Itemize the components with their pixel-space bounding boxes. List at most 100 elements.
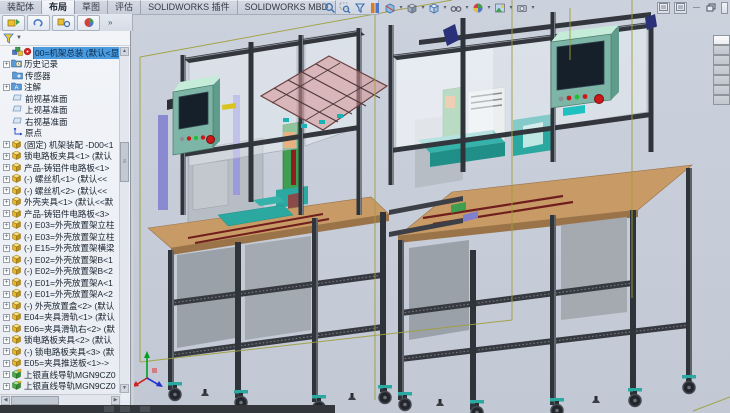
expand-toggle[interactable]: + [3,153,10,160]
expand-toggle[interactable]: + [3,325,10,332]
view-orientation-icon[interactable] [427,2,441,14]
display-style-dropdown-caret[interactable]: ▾ [420,4,426,11]
expand-toggle[interactable]: + [3,383,10,390]
expand-toggle[interactable]: + [3,210,10,217]
expand-toggle[interactable]: + [3,337,10,344]
view-settings-dropdown-caret[interactable]: ▾ [530,4,536,11]
zoom-area-icon[interactable] [338,2,352,14]
panel-splitter[interactable] [131,31,134,405]
tree-item-26[interactable]: +锁电路板夹具<2> (默认 [0,335,121,347]
section-view-dropdown-caret[interactable]: ▾ [398,4,404,11]
tab-6[interactable]: SOLIDWORKS MBD [238,0,337,14]
tab-3[interactable]: 草图 [75,0,108,14]
taskpane-tab-forum[interactable] [713,95,730,105]
expand-toggle[interactable]: + [3,164,10,171]
filter-icon[interactable] [353,2,367,14]
tree-item-16[interactable]: +(-) E03=外壳放置架立柱 [0,220,121,232]
scroll-down-arrow[interactable]: ▼ [120,384,129,393]
restore-button[interactable] [706,3,717,13]
tree-item-23[interactable]: +(-) 外壳放置盒<2> (默认 [0,300,121,312]
apply-scene-dropdown-caret[interactable]: ▾ [508,4,514,11]
scroll-right-arrow[interactable]: ▶ [111,396,120,405]
expand-toggle[interactable]: + [3,360,10,367]
tree-vertical-scrollbar[interactable]: ▲ ▼ [119,47,129,393]
tree-item-18[interactable]: +(-) E15=外壳放置架横梁 [0,243,121,255]
taskpane-tab-view-palette[interactable] [713,65,730,75]
tree-item-27[interactable]: +(-) 锁电路板夹具<3> (默 [0,346,121,358]
edit-appearance-button[interactable] [77,15,100,31]
zoom-fit-icon[interactable] [323,2,337,14]
tree-item-29[interactable]: +上银直线导轨MGN9CZ0 [0,369,121,381]
tree-item-7[interactable]: 右视基准面 [0,116,121,128]
close-partial-button[interactable] [721,2,728,14]
expand-toggle[interactable]: + [3,176,10,183]
tree-item-6[interactable]: 上视基准面 [0,105,121,117]
tree-item-30[interactable]: +上银直线导轨MGN9CZ0 [0,381,121,393]
expand-toggle[interactable]: + [3,348,10,355]
expand-toggle[interactable]: + [3,314,10,321]
insert-component-button[interactable] [2,15,25,31]
tree-item-1[interactable]: 00=机架总装 (默认<显示 [0,47,121,59]
expand-toggle[interactable]: + [3,302,10,309]
expand-toggle[interactable]: + [3,222,10,229]
toolbar-overflow[interactable]: » [108,18,112,27]
display-style-icon[interactable] [405,2,419,14]
tree-item-21[interactable]: +(-) E01=外壳放置架A<1 [0,277,121,289]
tree-item-2[interactable]: +历史记录 [0,59,121,71]
expand-toggle[interactable]: + [3,233,10,240]
scroll-thumb[interactable] [120,142,129,182]
tree-item-19[interactable]: +(-) E02=外壳放置架B<1 [0,254,121,266]
expand-toggle[interactable]: + [3,371,10,378]
tree-item-15[interactable]: +产品-铸铝件电路板<3> [0,208,121,220]
edit-appearance-dropdown-caret[interactable]: ▾ [486,4,492,11]
expand-toggle[interactable]: + [3,84,10,91]
tree-item-8[interactable]: 原点 [0,128,121,140]
doc-window-2-button[interactable] [674,2,687,14]
tree-item-9[interactable]: +(固定) 机架装配 -D00<1 [0,139,121,151]
edit-appearance-icon[interactable] [471,2,485,14]
tab-1[interactable]: 装配体 [0,0,42,14]
measure-icon[interactable] [368,2,382,14]
tab-5[interactable]: SOLIDWORKS 插件 [141,0,238,14]
scroll-left-arrow[interactable]: ◀ [1,396,10,405]
expand-toggle[interactable]: + [3,291,10,298]
section-view-icon[interactable] [383,2,397,14]
hscroll-thumb[interactable] [11,396,59,405]
tree-item-14[interactable]: +外壳夹具<1> (默认<<默 [0,197,121,209]
tree-item-25[interactable]: +E06=夹具滑轨右<2> (默 [0,323,121,335]
view-settings-icon[interactable] [515,2,529,14]
expand-toggle[interactable]: + [3,256,10,263]
scroll-up-arrow[interactable]: ▲ [120,47,129,56]
tree-item-12[interactable]: +(-) 螺丝机<1> (默认<< [0,174,121,186]
taskpane-tab-appearances-scenes[interactable] [713,75,730,85]
apply-scene-icon[interactable] [493,2,507,14]
expand-toggle[interactable]: + [3,141,10,148]
tree-filter-row[interactable]: ▼ [0,31,130,46]
tree-item-4[interactable]: +A注解 [0,82,121,94]
taskpane-tab-file-explorer[interactable] [713,55,730,65]
tree-item-3[interactable]: 传感器 [0,70,121,82]
tree-item-13[interactable]: +(-) 螺丝机<2> (默认<< [0,185,121,197]
tree-item-28[interactable]: +E05=夹具推送板<1>-> [0,358,121,370]
expand-toggle[interactable]: + [3,279,10,286]
taskpane-tab-custom-properties[interactable] [713,85,730,95]
tree-item-22[interactable]: +(-) E01=外壳放置架A<2 [0,289,121,301]
component-preview-button[interactable] [52,15,75,31]
tab-2[interactable]: 布局 [42,0,75,14]
tree-item-5[interactable]: 前视基准面 [0,93,121,105]
tree-item-10[interactable]: +锁电路板夹具<1> (默认 [0,151,121,163]
expand-toggle[interactable]: + [3,268,10,275]
taskpane-tab-solidworks-resources[interactable] [713,35,730,45]
expand-toggle[interactable]: + [3,199,10,206]
tree-item-20[interactable]: +(-) E02=外壳放置架B<2 [0,266,121,278]
tree-item-24[interactable]: +E04=夹具滑轨<1> (默认 [0,312,121,324]
tree-item-11[interactable]: +产品-铸铝件电路板<1> [0,162,121,174]
tab-4[interactable]: 评估 [108,0,141,14]
hide-show-items-icon[interactable] [449,2,463,14]
mate-button[interactable] [27,15,50,31]
view-orientation-dropdown-caret[interactable]: ▾ [442,4,448,11]
doc-window-1-button[interactable] [657,2,670,14]
expand-toggle[interactable]: + [3,245,10,252]
taskpane-tab-design-library[interactable] [713,45,730,55]
hide-show-items-dropdown-caret[interactable]: ▾ [464,4,470,11]
